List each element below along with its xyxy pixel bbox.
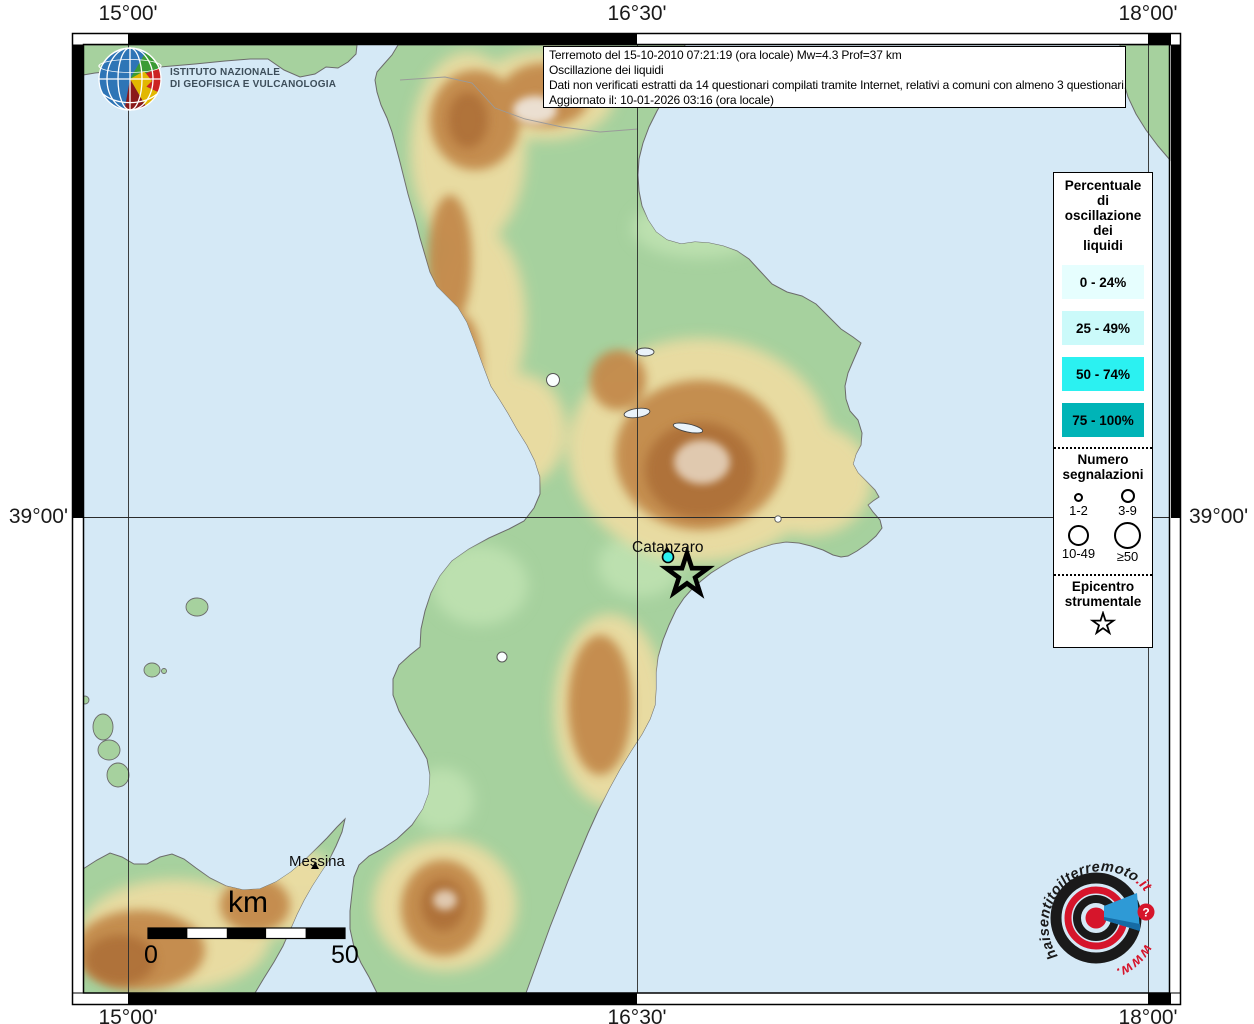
count-1-2: 1-2 [1054,487,1103,518]
seismic-map-page: ? haisentitoilterremoto.it www. 15°00' 1… [0,0,1254,1024]
scale-bar [148,928,345,939]
city-label-catanzaro: Catanzaro [632,539,704,557]
legend-class-50-74: 50 - 74% [1062,357,1144,391]
legend-title: Percentuale di oscillazione dei liquidi [1054,178,1152,253]
ingv-logo-text: ISTITUTO NAZIONALE DI GEOFISICA E VULCAN… [170,67,336,92]
axis-label-top-left: 15°00' [78,2,178,26]
axis-label-bottom-right: 18°00' [1098,1006,1198,1024]
report-point-white [775,516,781,522]
circle-size-1-icon [1074,493,1083,502]
scale-start-label: 0 [144,941,158,970]
map-subject: Oscillazione dei liquidi [549,63,1120,78]
report-point-white [497,652,507,662]
circle-size-3-icon [1068,525,1089,546]
count-50plus: ≥50 [1103,521,1152,564]
axis-label-bottom-mid: 16°30' [587,1006,687,1024]
data-disclaimer: Dati non verificati estratti da 14 quest… [549,78,1120,93]
axis-label-top-mid: 16°30' [587,2,687,26]
scale-unit-label: km [228,886,268,920]
city-label-messina: Messina [289,853,345,870]
epicenter-title: Epicentro strumentale [1054,579,1152,609]
legend-panel: Percentuale di oscillazione dei liquidi … [1053,172,1153,648]
ingv-logo: ISTITUTO NAZIONALE DI GEOFISICA E VULCAN… [98,47,336,111]
legend-class-25-49: 25 - 49% [1062,311,1144,345]
earthquake-info-box: Terremoto del 15-10-2010 07:21:19 (ora l… [543,46,1126,108]
counts-legend: 1-2 3-9 10-49 ≥50 [1054,484,1152,564]
epicenter-star-icon [1089,611,1117,637]
ingv-globe-icon [98,47,162,111]
circle-size-4-icon [1114,522,1141,549]
axis-label-left: 39°00' [3,505,68,529]
legend-divider [1054,574,1152,576]
updated-timestamp: Aggiornato il: 10-01-2026 03:16 (ora loc… [549,93,1120,108]
legend-class-75-100: 75 - 100% [1062,403,1144,437]
axis-label-top-right: 18°00' [1098,2,1198,26]
legend-class-0-24: 0 - 24% [1062,265,1144,299]
axis-label-right: 39°00' [1189,505,1254,529]
count-3-9: 3-9 [1103,487,1152,518]
earthquake-title: Terremoto del 15-10-2010 07:21:19 (ora l… [549,48,1120,63]
axis-label-bottom-left: 15°00' [78,1006,178,1024]
report-point-white [547,374,560,387]
svg-text:?: ? [1142,906,1149,920]
scale-end-label: 50 [331,941,359,970]
circle-size-2-icon [1121,489,1135,503]
counts-title: Numero segnalazioni [1054,452,1152,482]
legend-divider [1054,447,1152,449]
count-10-49: 10-49 [1054,521,1103,564]
